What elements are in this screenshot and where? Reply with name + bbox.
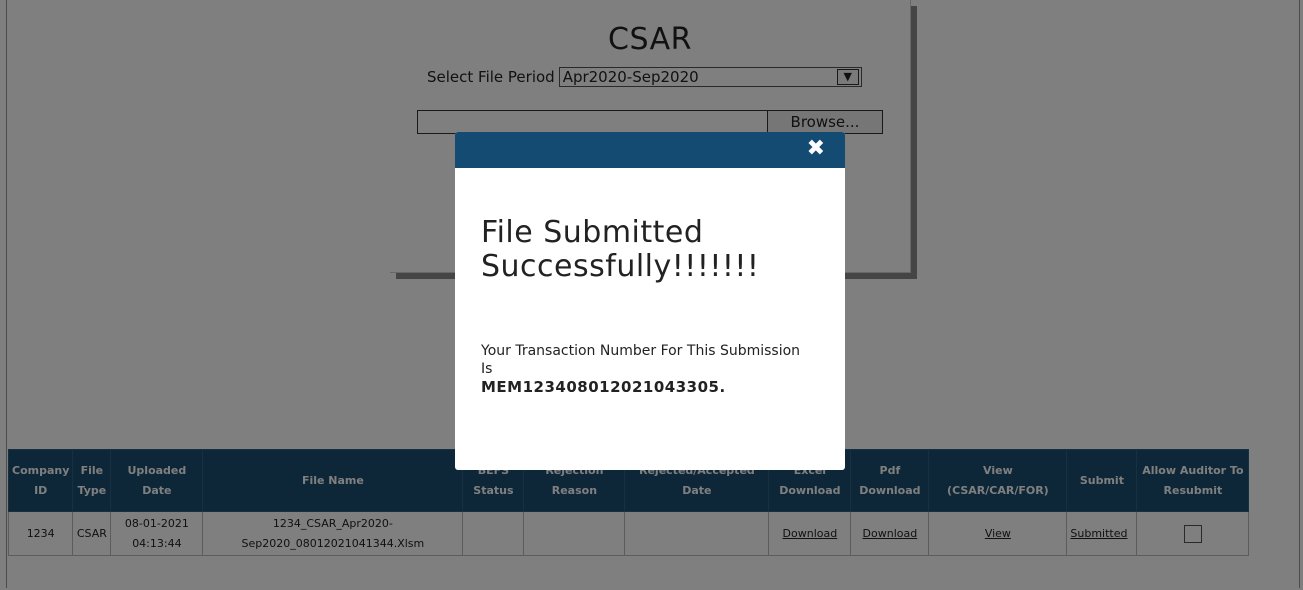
close-icon[interactable]: ✖ [807,136,825,161]
transaction-number: MEM123408012021043305. [481,378,726,396]
transaction-message: Your Transaction Number For This Submiss… [481,343,801,377]
success-modal: ✖ File Submitted Successfully!!!!!!! You… [455,132,845,470]
modal-header: ✖ [455,132,845,168]
modal-message: Your Transaction Number For This Submiss… [481,342,801,397]
modal-heading: File Submitted Successfully!!!!!!! [481,215,760,284]
